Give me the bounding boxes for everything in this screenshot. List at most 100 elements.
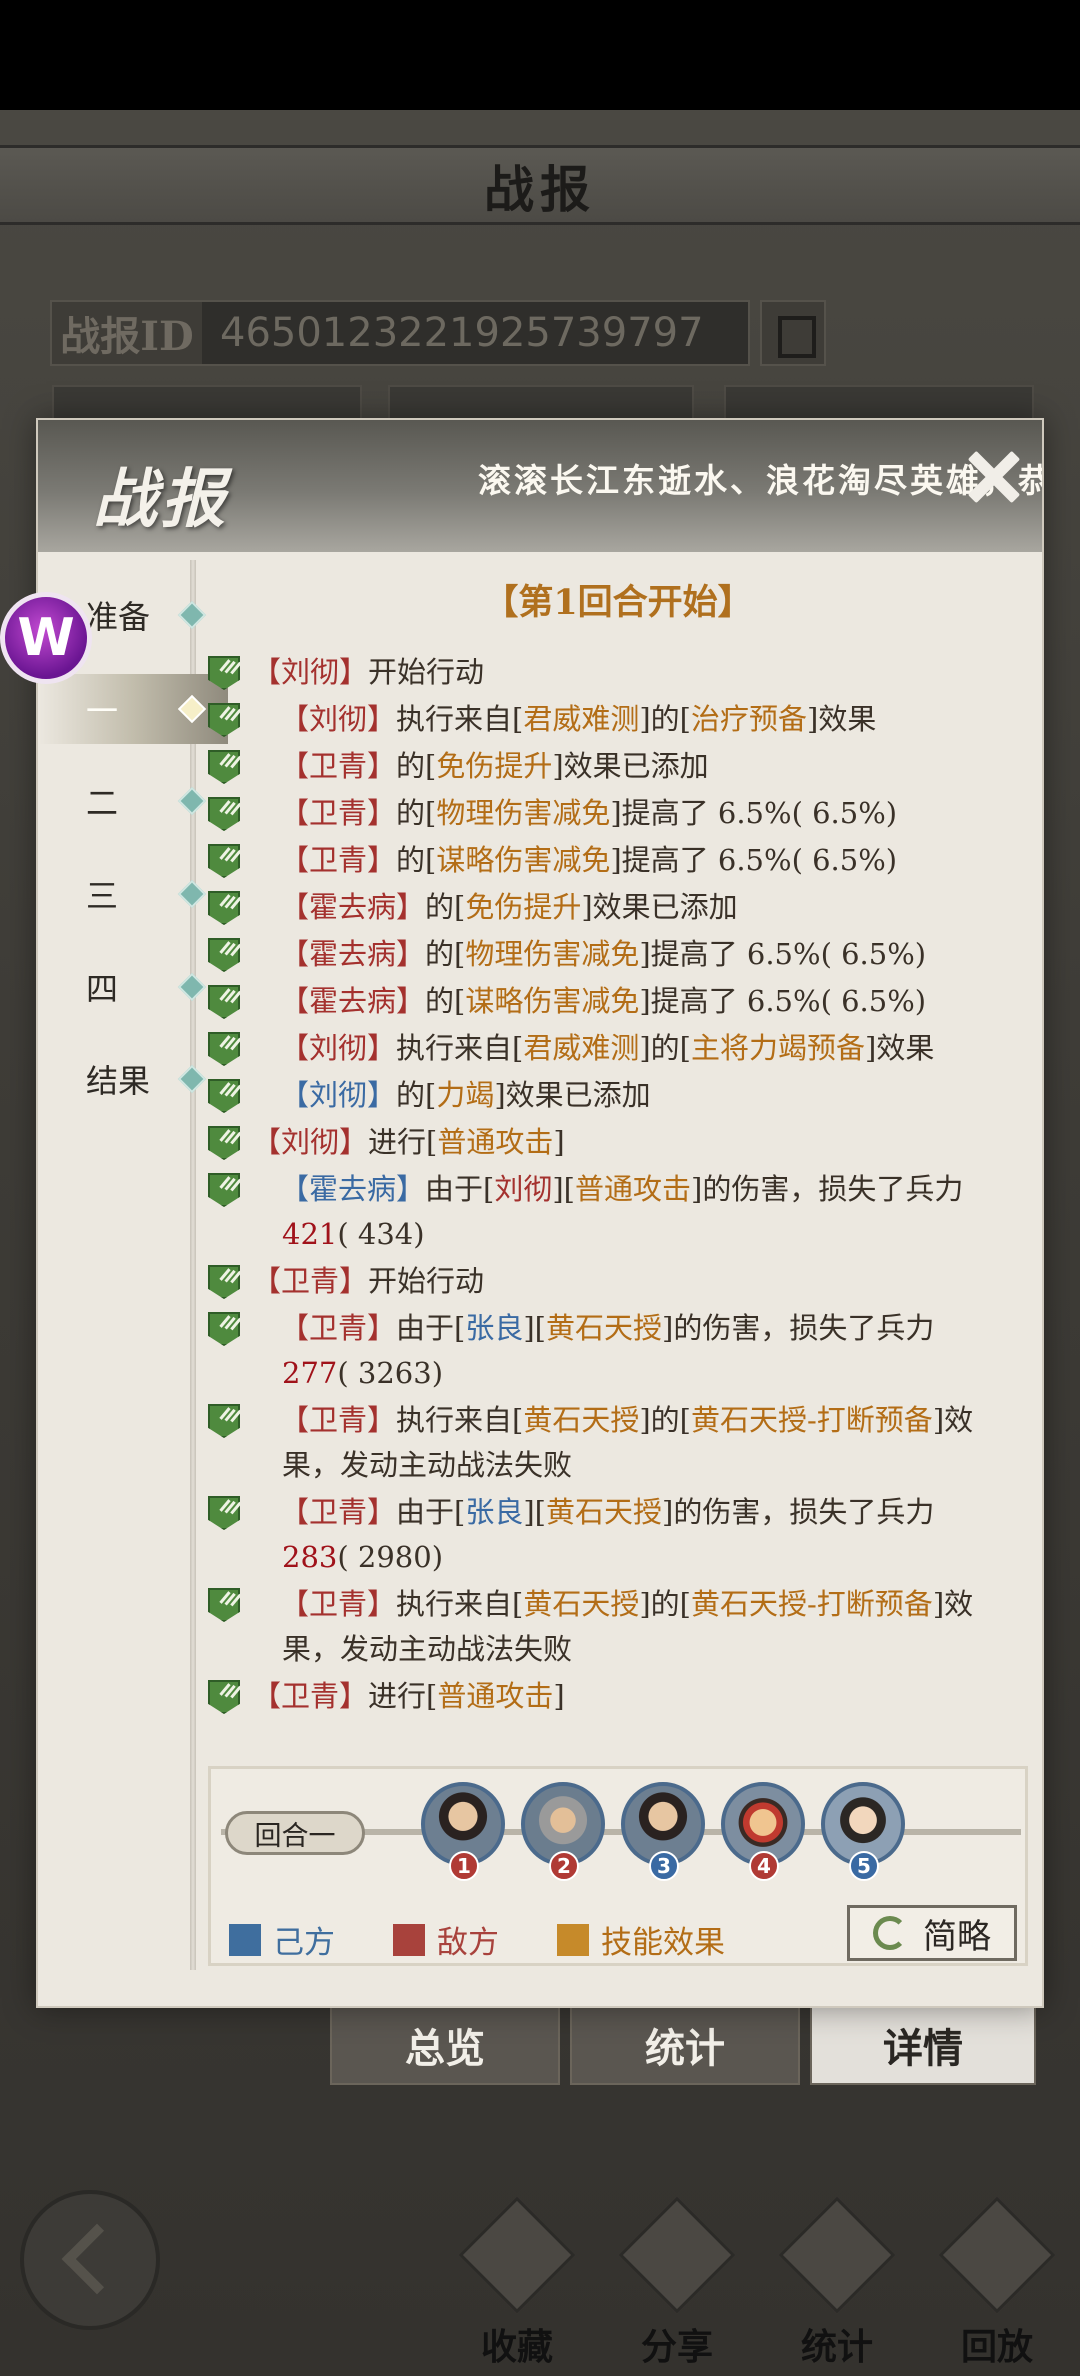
log-fragment: 【卫青】: [280, 749, 397, 783]
legend-label: 敌方: [437, 1925, 499, 1961]
log-row: 【霍去病】的[免伤提升]效果已添加: [208, 885, 1028, 930]
log-fragment: 执行来自[: [396, 1587, 524, 1621]
log-fragment: ]效果: [865, 1031, 935, 1065]
log-fragment: 由于[: [425, 1172, 495, 1206]
report-id-label: 战报ID: [52, 302, 202, 364]
log-fragment: 的[: [396, 1078, 437, 1112]
log-fragment: 421: [282, 1217, 338, 1251]
log-fragment: 黄石天授: [523, 1403, 640, 1437]
log-text: 【卫青】执行来自[黄石天授]的[黄石天授-打断预备]效果，发动主动战法失败: [208, 1582, 1008, 1672]
log-row: 【卫青】开始行动: [208, 1259, 1028, 1304]
brief-button[interactable]: 简略: [847, 1905, 1017, 1961]
copy-icon[interactable]: [760, 300, 826, 366]
round-pill[interactable]: 回合一: [225, 1811, 365, 1855]
log-fragment: ( 2980): [337, 1540, 444, 1574]
sidebar-item-round-3[interactable]: 三: [38, 859, 228, 929]
log-fragment: 的[: [396, 796, 437, 830]
log-fragment: ]提高了 6.5%( 6.5%): [639, 937, 927, 971]
log-fragment: 由于[: [396, 1495, 466, 1529]
bar-chart-icon: [778, 2196, 896, 2314]
log-fragment: 执行来自[: [396, 1403, 524, 1437]
round-sidebar: 准备 一 二 三 四 结果: [38, 560, 228, 1990]
log-text: 【卫青】的[谋略伤害减免]提高了 6.5%( 6.5%): [208, 838, 1008, 883]
log-fragment: 【刘彻】: [252, 1125, 369, 1159]
modal-title: 战报: [93, 462, 229, 537]
legend-swatch: [393, 1923, 425, 1956]
legend-swatch: [557, 1923, 589, 1956]
legend-label: 己方: [273, 1925, 335, 1961]
log-row: 【卫青】由于[张良][黄石天授]的伤害，损失了兵力 277( 3263): [208, 1306, 1028, 1396]
back-button[interactable]: [20, 2190, 160, 2330]
sidebar-item-result[interactable]: 结果: [38, 1044, 228, 1114]
log-fragment: ]的[: [639, 1587, 691, 1621]
log-fragment: 君威难测: [523, 702, 640, 736]
log-fragment: 黄石天授: [546, 1495, 663, 1529]
sidebar-item-round-2[interactable]: 二: [38, 766, 228, 836]
tab-details[interactable]: 详情: [810, 2005, 1036, 2085]
log-fragment: 【刘彻】: [280, 1031, 397, 1065]
close-icon[interactable]: [958, 442, 1028, 512]
log-fragment: 执行来自[: [396, 1031, 524, 1065]
sidebar-item-round-4[interactable]: 四: [38, 952, 228, 1022]
log-fragment: 黄石天授-打断预备: [691, 1587, 933, 1621]
log-text: 【霍去病】由于[刘彻][普通攻击]的伤害，损失了兵力 421( 434): [208, 1167, 1008, 1257]
log-row: 【刘彻】进行[普通攻击]: [208, 1120, 1028, 1165]
log-fragment: ]: [553, 1125, 565, 1159]
nav-favorite[interactable]: 收藏: [452, 2196, 582, 2368]
legend-ally: 己方: [229, 1917, 335, 1962]
diamond-icon: [177, 600, 207, 630]
nav-replay[interactable]: 回放: [932, 2196, 1062, 2368]
log-fragment: ][: [523, 1495, 546, 1529]
log-text: 【卫青】执行来自[黄石天授]的[黄石天授-打断预备]效果，发动主动战法失败: [208, 1398, 1008, 1488]
log-text: 【卫青】进行[普通攻击]: [208, 1674, 1008, 1719]
sidebar-item-label: 结果: [86, 1062, 151, 1100]
log-text: 【刘彻】进行[普通攻击]: [208, 1120, 1008, 1165]
log-fragment: 由于[: [396, 1311, 466, 1345]
log-text: 【刘彻】执行来自[君威难测]的[治疗预备]效果: [208, 697, 1008, 742]
log-text: 【卫青】的[免伤提升]效果已添加: [208, 744, 1008, 789]
log-fragment: 的[: [396, 749, 437, 783]
log-fragment: 开始行动: [368, 1264, 485, 1298]
legend-enemy: 敌方: [393, 1917, 499, 1962]
round-title: 【第1回合开始】: [483, 582, 753, 623]
log-fragment: 执行来自[: [396, 702, 524, 736]
nav-share[interactable]: 分享: [612, 2196, 742, 2368]
log-fragment: 物理伤害减免: [465, 937, 640, 971]
log-text: 【霍去病】的[谋略伤害减免]提高了 6.5%( 6.5%): [208, 979, 1008, 1024]
legend-label: 技能效果: [601, 1925, 725, 1961]
log-row: 【刘彻】执行来自[君威难测]的[主将力竭预备]效果: [208, 1026, 1028, 1071]
log-fragment: ]效果: [807, 702, 877, 736]
sidebar-item-label: 一: [86, 692, 119, 730]
tab-overview[interactable]: 总览: [330, 2005, 560, 2085]
log-fragment: 【卫青】: [280, 1587, 397, 1621]
battle-log[interactable]: 【第1回合开始】 【刘彻】开始行动 【刘彻】执行来自[君威难测]的[治疗预备]效果…: [208, 570, 1028, 1888]
log-fragment: 【刘彻】: [280, 702, 397, 736]
log-fragment: 进行[: [368, 1679, 438, 1713]
star-icon: [458, 2196, 576, 2314]
diamond-icon: [177, 786, 207, 816]
nav-stats[interactable]: 统计: [772, 2196, 902, 2368]
log-fragment: 主将力竭预备: [691, 1031, 866, 1065]
log-fragment: 力竭: [436, 1078, 495, 1112]
background-title: 战报: [484, 160, 596, 219]
log-fragment: 普通攻击: [437, 1679, 554, 1713]
nav-favorite-label: 收藏: [480, 2326, 553, 2368]
log-fragment: 张良: [465, 1311, 524, 1345]
share-icon: [618, 2196, 736, 2314]
log-fragment: ]提高了 6.5%( 6.5%): [610, 843, 898, 877]
tab-statistics[interactable]: 统计: [570, 2005, 800, 2085]
refresh-icon: [873, 1916, 907, 1950]
log-fragment: 开始行动: [368, 655, 485, 689]
log-fragment: 【卫青】: [252, 1679, 369, 1713]
report-id-box: 战报ID 4650123221925739797: [50, 300, 750, 366]
log-fragment: 普通攻击: [575, 1172, 692, 1206]
log-fragment: ]效果已添加: [494, 1078, 651, 1112]
log-text: 【刘彻】的[力竭]效果已添加: [208, 1073, 1008, 1118]
log-fragment: 黄石天授: [523, 1587, 640, 1621]
hero-order-badge: 1: [449, 1851, 479, 1881]
sidebar-item-round-1[interactable]: 一: [38, 674, 228, 744]
log-fragment: ]的伤害，损失了兵力: [691, 1172, 964, 1206]
log-fragment: 普通攻击: [437, 1125, 554, 1159]
log-text: 【卫青】由于[张良][黄石天授]的伤害，损失了兵力 283( 2980): [208, 1490, 1008, 1580]
log-fragment: 张良: [465, 1495, 524, 1529]
